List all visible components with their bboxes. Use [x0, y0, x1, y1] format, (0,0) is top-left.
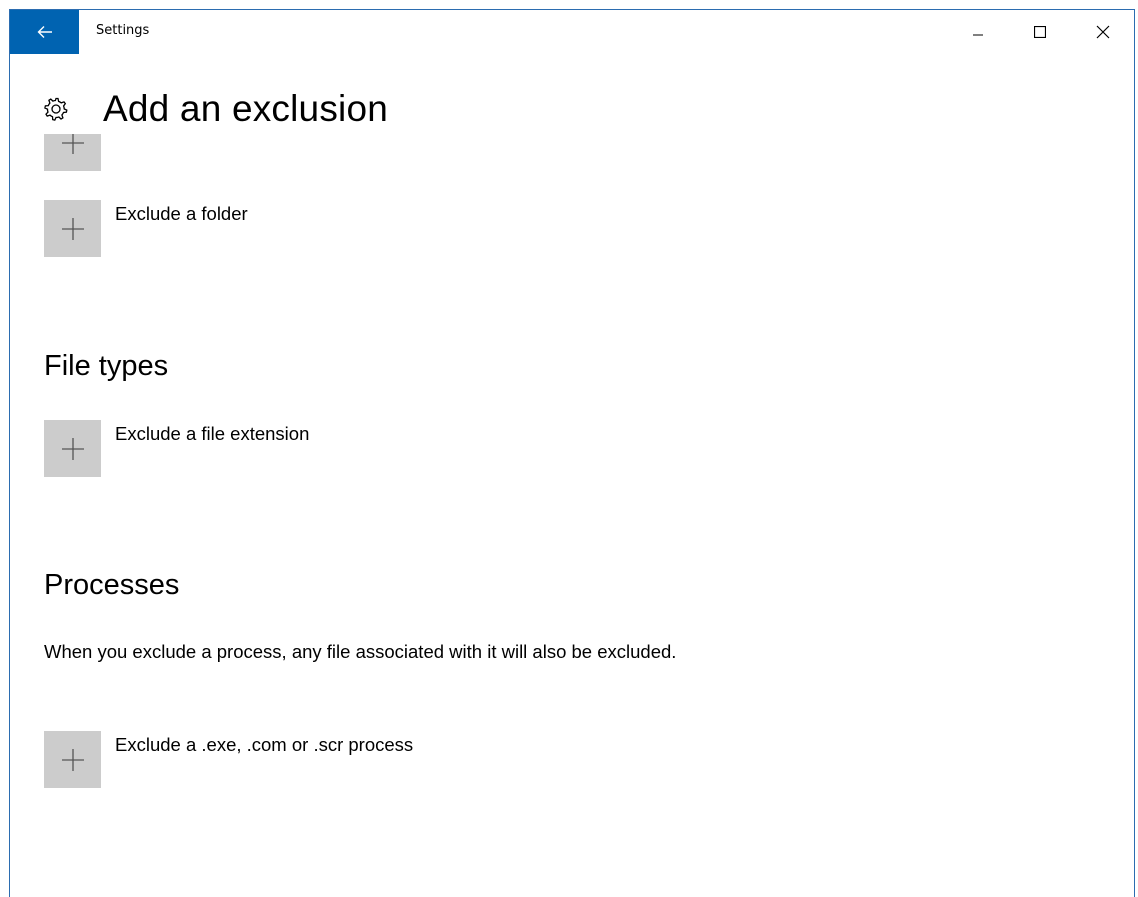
exclude-process-row[interactable]: Exclude a .exe, .com or .scr process [44, 731, 413, 788]
exclude-extension-row[interactable]: Exclude a file extension [44, 420, 309, 477]
title-bar: Settings [10, 10, 1134, 54]
maximize-icon [1034, 26, 1046, 38]
window-title: Settings [96, 23, 150, 38]
add-process-button[interactable] [44, 731, 101, 788]
minimize-button[interactable] [955, 10, 1001, 54]
close-icon [1096, 25, 1110, 39]
exclude-file-row[interactable] [44, 134, 101, 171]
exclusions-content: Exclude a folder File types Exclude a fi… [10, 134, 1134, 897]
add-extension-button[interactable] [44, 420, 101, 477]
plus-icon [61, 217, 84, 240]
plus-icon [61, 748, 84, 771]
exclude-process-label[interactable]: Exclude a .exe, .com or .scr process [115, 734, 413, 756]
exclude-extension-label[interactable]: Exclude a file extension [115, 423, 309, 445]
plus-icon [61, 437, 84, 460]
back-button[interactable] [10, 10, 79, 54]
exclude-folder-row[interactable]: Exclude a folder [44, 200, 248, 257]
processes-heading: Processes [44, 569, 180, 601]
processes-description: When you exclude a process, any file ass… [44, 641, 677, 662]
settings-window: Settings Add an exclusion Exclude a fold… [9, 9, 1135, 897]
plus-icon [61, 134, 84, 154]
add-file-button[interactable] [44, 134, 101, 171]
file-types-heading: File types [44, 350, 169, 382]
add-folder-button[interactable] [44, 200, 101, 257]
minimize-icon [973, 34, 983, 36]
page-header: Add an exclusion [42, 88, 388, 130]
close-button[interactable] [1080, 10, 1126, 54]
page-title: Add an exclusion [103, 88, 388, 129]
maximize-button[interactable] [1017, 10, 1063, 54]
back-arrow-icon [37, 26, 52, 38]
exclude-folder-label[interactable]: Exclude a folder [115, 203, 248, 225]
gear-icon [42, 95, 70, 123]
